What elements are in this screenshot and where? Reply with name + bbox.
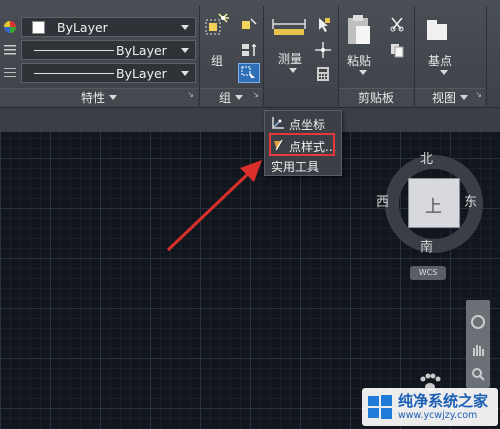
groups-panel-title[interactable]: 组 ↘ — [200, 88, 262, 106]
group-select-icon[interactable] — [238, 63, 260, 83]
color-row: ByLayer — [0, 16, 200, 38]
measure-button[interactable]: 测量 — [270, 14, 310, 78]
watermark: 纯净系统之家 www.ycwjzy.com — [362, 388, 498, 426]
lineweight-row: ByLayer — [0, 62, 200, 84]
clipboard-panel-title[interactable]: 剪贴板 — [339, 88, 413, 106]
panel-launcher-icon[interactable]: ↘ — [475, 90, 482, 99]
divider — [263, 6, 264, 106]
lineweight-icon — [4, 68, 16, 77]
windows-logo-icon — [368, 395, 392, 419]
color-value: ByLayer — [57, 20, 108, 35]
compass-west[interactable]: 西 — [376, 191, 389, 210]
chevron-down-icon — [181, 25, 189, 30]
viewcube-face-top[interactable]: 上 — [408, 178, 460, 228]
compass-east[interactable]: 东 — [464, 191, 477, 210]
group-label: 组 — [211, 54, 224, 68]
basepoint-icon — [427, 20, 447, 40]
lineweight-dropdown[interactable]: ByLayer — [21, 63, 196, 83]
menu-item-label: 点坐标 — [289, 118, 326, 132]
coordinates-icon — [272, 117, 284, 129]
navigation-bar — [466, 300, 490, 388]
viewcube-face-label: 上 — [425, 197, 442, 217]
chevron-down-icon — [460, 95, 468, 100]
group-edit-icon[interactable] — [240, 41, 258, 59]
point-id-icon[interactable] — [314, 41, 332, 59]
divider — [486, 6, 487, 106]
highlight-box — [269, 133, 335, 156]
clipboard-title-text: 剪贴板 — [357, 91, 394, 105]
groups-title-text: 组 — [218, 91, 231, 105]
chevron-down-icon — [181, 48, 189, 53]
linetype-icon — [4, 45, 16, 55]
linetype-value: ByLayer — [116, 43, 167, 58]
linetype-row: ByLayer — [0, 39, 200, 61]
steering-wheel-icon[interactable] — [470, 314, 486, 330]
line-preview — [34, 73, 114, 74]
menu-item-label: 实用工具 — [271, 160, 320, 174]
file-tab-strip — [0, 108, 500, 132]
chevron-down-icon — [109, 95, 117, 100]
zoom-icon[interactable] — [470, 366, 486, 382]
calculator-icon[interactable] — [316, 66, 330, 82]
cut-icon[interactable] — [389, 16, 405, 32]
watermark-url: www.ycwjzy.com — [398, 410, 478, 421]
chevron-down-icon — [289, 68, 297, 73]
line-preview — [34, 50, 114, 51]
ribbon: ByLayer ByLayer ByLayer 特性 ↘ 组 组 ↘ 测量 粘贴… — [0, 0, 500, 108]
chevron-down-icon — [181, 71, 189, 76]
compass-north[interactable]: 北 — [420, 148, 433, 167]
menu-item-utilities[interactable]: 实用工具 — [267, 155, 341, 175]
annotation-arrow — [166, 160, 262, 252]
ruler-icon — [272, 19, 306, 35]
color-swatch — [32, 21, 45, 34]
basepoint-button[interactable]: 基点 — [422, 14, 462, 78]
linetype-dropdown[interactable]: ByLayer — [21, 40, 196, 60]
lineweight-value: ByLayer — [116, 66, 167, 81]
quick-select-icon[interactable] — [314, 16, 332, 34]
measure-label: 测量 — [278, 52, 303, 66]
paste-label: 粘贴 — [347, 54, 372, 68]
wcs-label: WCS — [418, 268, 438, 277]
paste-button[interactable]: 粘贴 — [344, 14, 384, 78]
copy-icon[interactable] — [389, 42, 405, 58]
chevron-down-icon — [359, 70, 367, 75]
properties-panel-title[interactable]: 特性 ↘ — [0, 88, 198, 106]
color-dropdown[interactable]: ByLayer — [21, 17, 196, 37]
group-icon — [205, 13, 229, 35]
panel-launcher-icon[interactable]: ↘ — [252, 90, 259, 99]
wcs-menu-button[interactable]: WCS — [410, 266, 446, 280]
view-title-text: 视图 — [431, 91, 456, 105]
ungroup-icon[interactable] — [240, 16, 258, 34]
basepoint-label: 基点 — [428, 54, 453, 68]
group-button[interactable]: 组 — [203, 12, 233, 72]
chevron-down-icon — [440, 70, 448, 75]
pan-hand-icon[interactable] — [470, 342, 486, 358]
watermark-title: 纯净系统之家 — [398, 392, 489, 410]
compass-south[interactable]: 南 — [420, 236, 433, 255]
color-wheel-icon — [4, 21, 16, 33]
panel-launcher-icon[interactable]: ↘ — [187, 90, 194, 99]
menu-item-point-coordinates[interactable]: 点坐标 — [267, 113, 341, 133]
chevron-down-icon — [235, 95, 243, 100]
view-panel-title[interactable]: 视图 ↘ — [415, 88, 485, 106]
properties-title-text: 特性 — [80, 91, 105, 105]
clipboard-icon — [348, 15, 370, 44]
